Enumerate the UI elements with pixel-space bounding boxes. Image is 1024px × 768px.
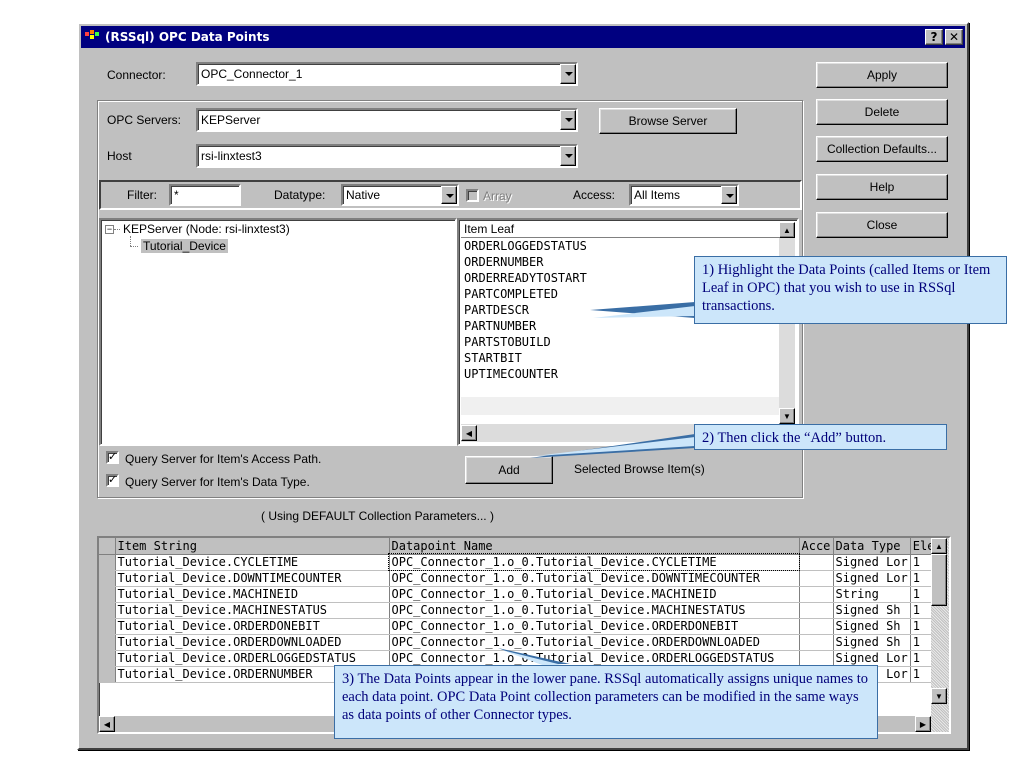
- callout-pointers: [498, 302, 695, 666]
- callout-step-3: 3) The Data Points appear in the lower p…: [334, 665, 878, 739]
- callout-2-pointer-fill: [535, 437, 695, 456]
- callout-step-1: 1) Highlight the Data Points (called Ite…: [694, 256, 1007, 324]
- callout-step-2: 2) Then click the “Add” button.: [694, 424, 947, 450]
